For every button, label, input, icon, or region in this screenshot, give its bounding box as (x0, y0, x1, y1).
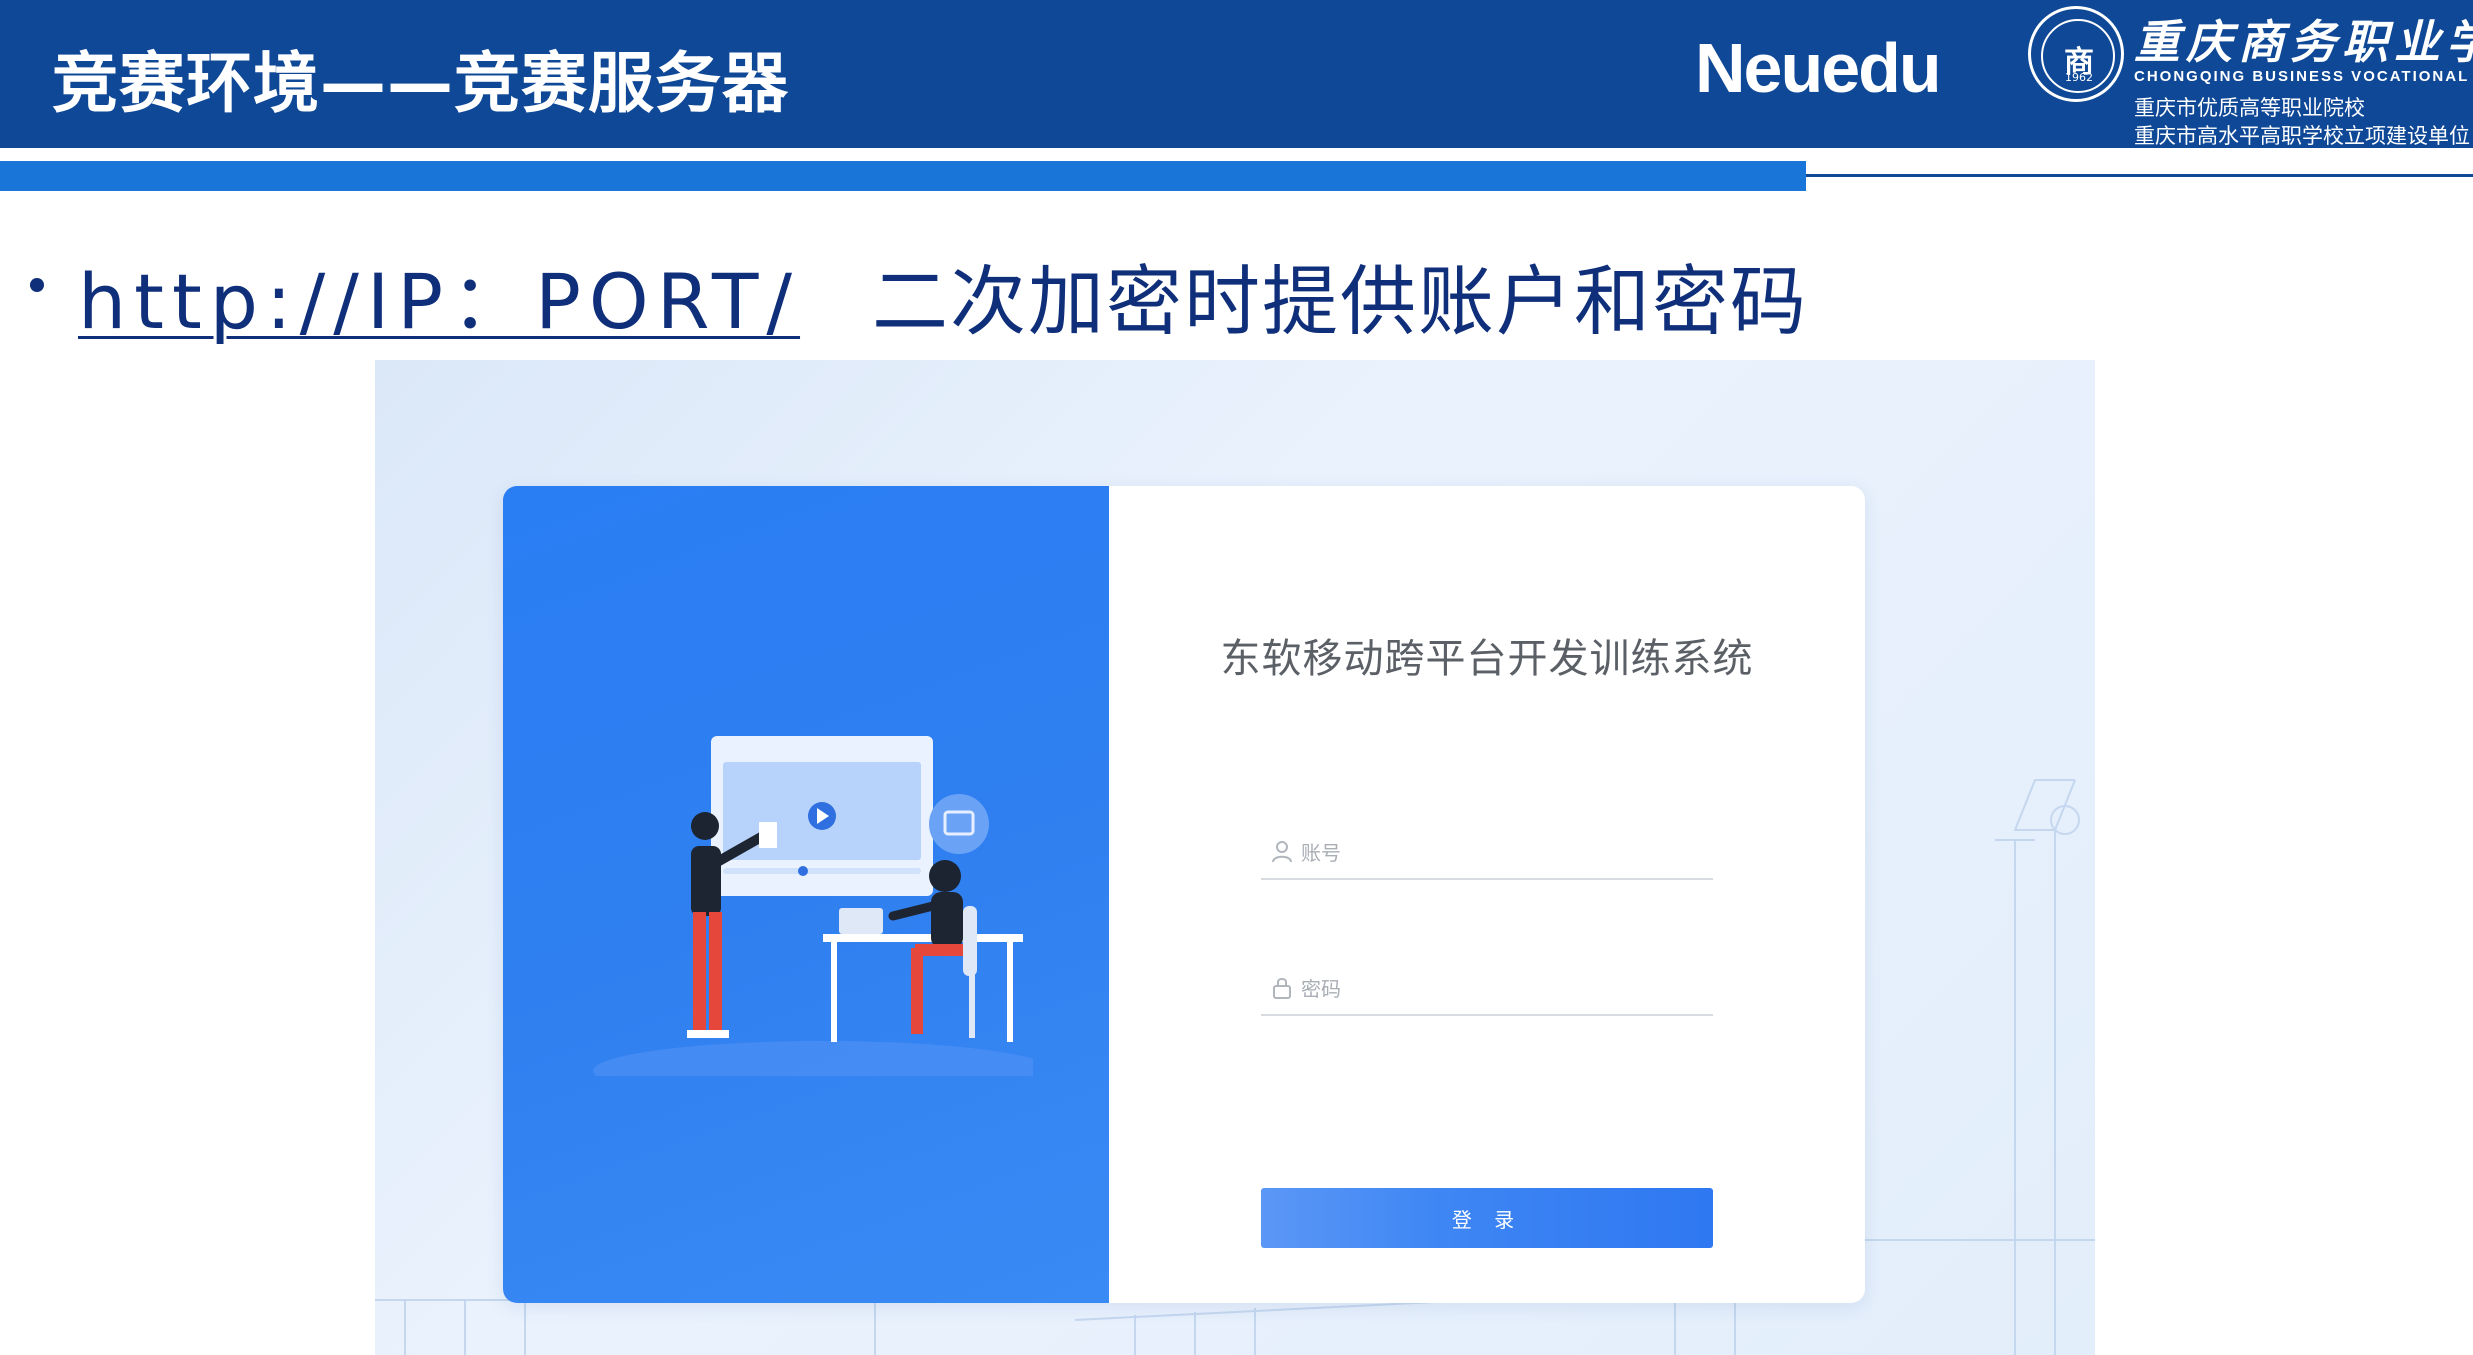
login-illustration-panel (503, 486, 1109, 1303)
login-form-panel: 东软移动跨平台开发训练系统 登 录 (1109, 486, 1865, 1303)
lock-icon (1273, 978, 1291, 999)
bullet-text: 二次加密时提供账户和密码 (872, 257, 1808, 346)
accent-rule (1806, 174, 2473, 177)
server-url-link[interactable]: http://IP：PORT/ (78, 240, 800, 350)
school-tagline-2: 重庆市高水平高职学校立项建设单位 (2134, 124, 2470, 148)
login-page-screenshot: 东软移动跨平台开发训练系统 登 录 (375, 360, 2095, 1355)
username-input[interactable] (1299, 834, 1703, 872)
user-icon (1272, 841, 1292, 863)
login-button[interactable]: 登 录 (1261, 1188, 1713, 1248)
username-field (1261, 828, 1713, 880)
slide-header: 竞赛环境——竞赛服务器 Neuedu 商 1962 重庆商务职业学院 CHONG… (0, 0, 2473, 148)
neuedu-logo: Neuedu (1695, 29, 1942, 107)
presentation-illustration (593, 736, 1033, 1076)
bullet-dot (30, 278, 44, 292)
password-input[interactable] (1299, 970, 1703, 1008)
slide-title: 竞赛环境——竞赛服务器 (52, 45, 789, 122)
school-name-en: CHONGQING BUSINESS VOCATIONAL COLLEGE (2134, 68, 2473, 85)
school-seal-icon: 商 1962 (2028, 6, 2124, 102)
accent-stripe (0, 161, 1806, 191)
school-name-cn: 重庆商务职业学院 (2134, 15, 2473, 69)
system-title: 东软移动跨平台开发训练系统 (1220, 636, 1754, 682)
password-field (1261, 964, 1713, 1016)
seal-year: 1962 (2065, 71, 2093, 84)
school-tagline-1: 重庆市优质高等职业院校 (2134, 96, 2365, 120)
login-card: 东软移动跨平台开发训练系统 登 录 (503, 486, 1865, 1303)
